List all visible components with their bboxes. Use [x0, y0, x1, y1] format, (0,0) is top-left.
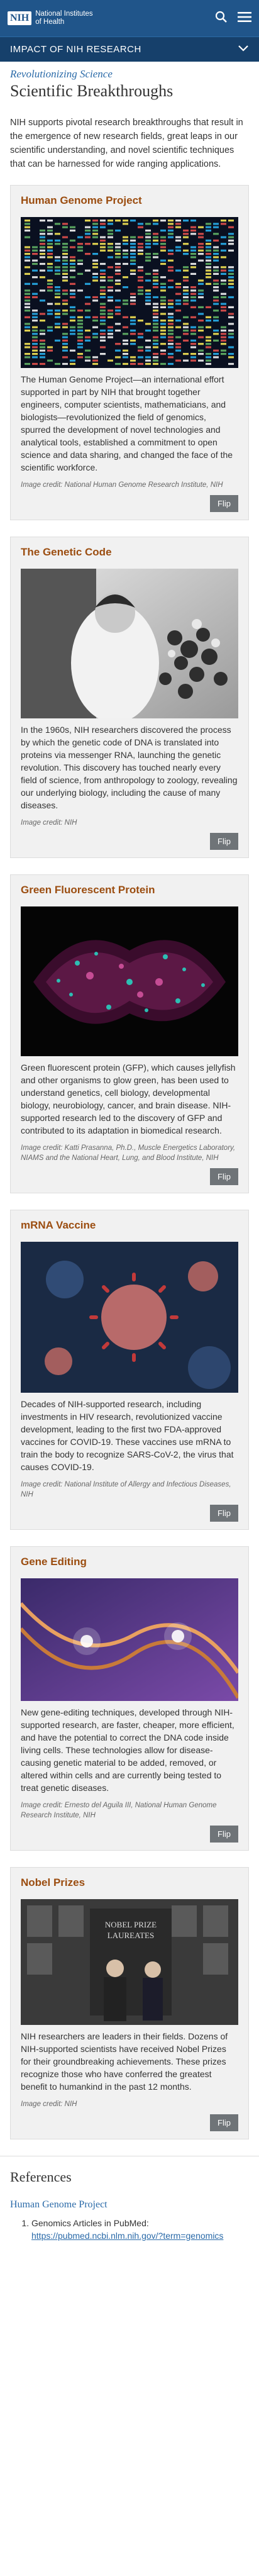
nih-logo[interactable]: NIH National Institutes of Health	[8, 10, 93, 26]
card-text: The Human Genome Project—an internationa…	[21, 374, 233, 472]
card-nobel-prizes: Nobel Prizes NOBEL PRIZE LAUREATES NIH r…	[10, 1867, 249, 2139]
card-title: Nobel Prizes	[21, 1876, 85, 1888]
card-title: The Genetic Code	[21, 546, 112, 558]
dna-sequence-image	[21, 217, 238, 368]
flip-button[interactable]: Flip	[210, 1826, 238, 1843]
nih-logo-mark: NIH	[8, 11, 32, 25]
reference-label: Genomics Articles in PubMed:	[31, 2218, 149, 2228]
card-green-fluorescent-protein: Green Fluorescent Protein Green fluoresc…	[10, 874, 249, 1193]
references-list: Genomics Articles in PubMed: https://pub…	[10, 2217, 249, 2242]
section-nav-title: IMPACT OF NIH RESEARCH	[10, 44, 141, 55]
card-title: Human Genome Project	[21, 194, 142, 206]
references-heading: References	[10, 2169, 72, 2185]
flip-button[interactable]: Flip	[210, 2114, 238, 2131]
image-credit: Image credit: NIH	[21, 819, 77, 827]
virus-illustration-image	[21, 1242, 238, 1393]
poster-line-1: NOBEL PRIZE	[105, 1920, 157, 1929]
chevron-down-icon	[238, 44, 249, 55]
flip-button[interactable]: Flip	[210, 1168, 238, 1185]
nobel-laureates-photo: NOBEL PRIZE LAUREATES	[21, 1899, 238, 2025]
card-text: In the 1960s, NIH researchers discovered…	[21, 725, 238, 810]
page-intro: NIH supports pivotal research breakthrou…	[10, 118, 243, 169]
card-text: New gene-editing techniques, developed t…	[21, 1707, 234, 1793]
card-genetic-code: The Genetic Code In the 1960s, NIH resea…	[10, 537, 249, 858]
image-credit: Image credit: National Institute of Alle…	[21, 1481, 231, 1498]
hamburger-menu-icon[interactable]	[238, 11, 251, 26]
card-human-genome-project: Human Genome Project The Human Genome Pr…	[10, 185, 249, 520]
card-text: NIH researchers are leaders in their fie…	[21, 2031, 228, 2092]
fluorescent-tissue-image	[21, 906, 238, 1056]
image-credit: Image credit: Ernesto del Aguila III, Na…	[21, 1802, 217, 1819]
image-credit: Image credit: NIH	[21, 2100, 77, 2108]
card-title: Gene Editing	[21, 1556, 87, 1568]
flip-button[interactable]: Flip	[210, 833, 238, 850]
nih-logo-text: National Institutes of Health	[35, 10, 92, 26]
card-text: Green fluorescent protein (GFP), which c…	[21, 1062, 236, 1135]
card-text: Decades of NIH-supported research, inclu…	[21, 1399, 234, 1472]
main-content: Revolutionizing Science Scientific Break…	[0, 68, 259, 2242]
card-title: mRNA Vaccine	[21, 1219, 96, 1231]
page-title: Scientific Breakthroughs	[10, 82, 174, 100]
site-header: NIH National Institutes of Health	[0, 0, 259, 36]
card-title: Green Fluorescent Protein	[21, 884, 155, 896]
card-gene-editing: Gene Editing New gene-editing techniques…	[10, 1546, 249, 1851]
logo-line-1: National Institutes	[35, 10, 93, 18]
scientist-photo	[21, 569, 238, 718]
dna-helix-image	[21, 1578, 238, 1701]
search-icon[interactable]	[215, 11, 228, 26]
card-mrna-vaccine: mRNA Vaccine Decades of NIH-supported re…	[10, 1210, 249, 1530]
page-kicker: Revolutionizing Science	[10, 68, 113, 80]
logo-line-2: of Health	[35, 18, 65, 26]
image-credit: Image credit: National Human Genome Rese…	[21, 481, 223, 489]
flip-button[interactable]: Flip	[210, 1505, 238, 1522]
section-nav-toggle[interactable]: IMPACT OF NIH RESEARCH	[0, 36, 259, 62]
poster-line-2: LAUREATES	[107, 1931, 154, 1940]
reference-link[interactable]: https://pubmed.ncbi.nlm.nih.gov/?term=ge…	[31, 2231, 223, 2241]
flip-button[interactable]: Flip	[210, 495, 238, 512]
references-subheading: Human Genome Project	[10, 2199, 107, 2210]
reference-item: Genomics Articles in PubMed: https://pub…	[31, 2217, 249, 2242]
image-credit: Image credit: Katti Prasanna, Ph.D., Mus…	[21, 1144, 236, 1162]
